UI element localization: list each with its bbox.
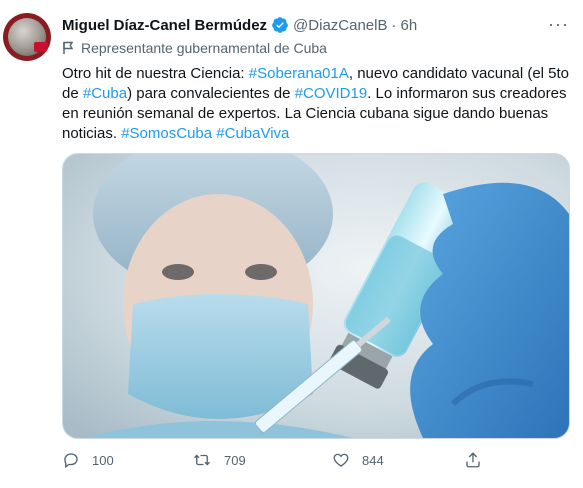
author-name[interactable]: Miguel Díaz-Canel Bermúdez [62,17,267,34]
tweet-text: Otro hit de nuestra Ciencia: #Soberana01… [62,64,576,144]
text-segment: ) para convalecientes de [127,85,295,102]
share-button[interactable] [464,448,494,472]
retweet-button[interactable]: 709 [192,448,246,472]
government-label[interactable]: Representante gubernamental de Cuba [62,38,327,58]
flag-icon [62,41,75,55]
hashtag-link[interactable]: #CubaViva [216,125,289,142]
tweet-photo[interactable] [62,153,570,439]
more-options-button[interactable]: ··· [548,14,569,35]
hashtag-link[interactable]: #Soberana01A [249,65,349,82]
tweet-actions: 100 709 844 [62,448,562,472]
tweet[interactable]: Miguel Díaz-Canel Bermúdez @DiazCanelB ·… [0,0,583,488]
government-label-text: Representante gubernamental de Cuba [81,40,327,56]
tweet-header: Miguel Díaz-Canel Bermúdez @DiazCanelB ·… [62,14,543,36]
retweet-count: 709 [224,452,246,468]
like-button[interactable]: 844 [332,448,384,472]
author-handle[interactable]: @DiazCanelB [293,17,387,34]
timestamp[interactable]: 6h [400,17,417,34]
avatar[interactable] [3,13,51,61]
reply-icon [62,451,80,469]
vaccine-photo-illustration [63,154,569,438]
hashtag-link[interactable]: #SomosCuba [121,125,212,142]
separator: · [391,16,397,34]
heart-icon [332,451,350,469]
hashtag-link[interactable]: #Cuba [83,85,127,102]
retweet-icon [192,451,212,469]
reply-count: 100 [92,452,114,468]
text-segment: Otro hit de nuestra Ciencia: [62,65,249,82]
reply-button[interactable]: 100 [62,448,114,472]
share-icon [464,451,482,469]
verified-icon [271,16,289,34]
like-count: 844 [362,452,384,468]
hashtag-link[interactable]: #COVID19 [295,85,368,102]
